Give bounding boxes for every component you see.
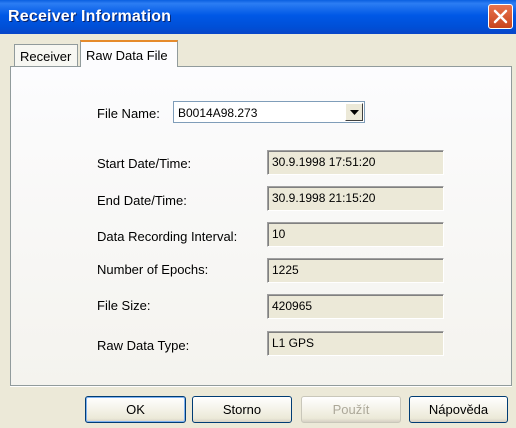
end-date-time-field: 30.9.1998 21:15:20	[267, 186, 444, 211]
file-name-dropdown[interactable]: B0014A98.273	[173, 101, 365, 123]
file-size-field: 420965	[267, 294, 444, 319]
tab-raw-data-file[interactable]: Raw Data File	[80, 40, 178, 67]
number-of-epochs-field: 1225	[267, 258, 444, 283]
dropdown-button[interactable]	[345, 103, 363, 121]
window-title: Receiver Information	[8, 8, 172, 25]
close-icon	[493, 9, 508, 24]
help-button[interactable]: Nápověda	[409, 396, 508, 423]
apply-button[interactable]: Použít	[301, 396, 401, 423]
chevron-down-icon	[350, 110, 359, 115]
tab-receiver-label: Receiver	[20, 49, 72, 64]
ok-button[interactable]: OK	[85, 396, 186, 423]
tab-receiver[interactable]: Receiver	[14, 44, 78, 66]
start-date-time-field: 30.9.1998 17:51:20	[267, 150, 444, 175]
end-date-time-label: End Date/Time:	[97, 193, 187, 208]
data-recording-interval-label: Data Recording Interval:	[97, 229, 238, 244]
start-date-time-label: Start Date/Time:	[97, 156, 192, 171]
number-of-epochs-label: Number of Epochs:	[97, 262, 209, 277]
file-size-label: File Size:	[97, 298, 151, 313]
divider	[10, 386, 512, 387]
data-recording-interval-field: 10	[267, 222, 444, 247]
file-name-value: B0014A98.273	[178, 106, 258, 120]
close-button[interactable]	[488, 4, 513, 29]
title-bar[interactable]: Receiver Information	[0, 0, 516, 34]
file-name-label: File Name:	[97, 106, 160, 121]
raw-data-type-label: Raw Data Type:	[97, 338, 190, 353]
tab-raw-data-file-label: Raw Data File	[86, 48, 168, 63]
raw-data-type-field: L1 GPS	[267, 331, 444, 356]
cancel-button[interactable]: Storno	[192, 396, 292, 423]
